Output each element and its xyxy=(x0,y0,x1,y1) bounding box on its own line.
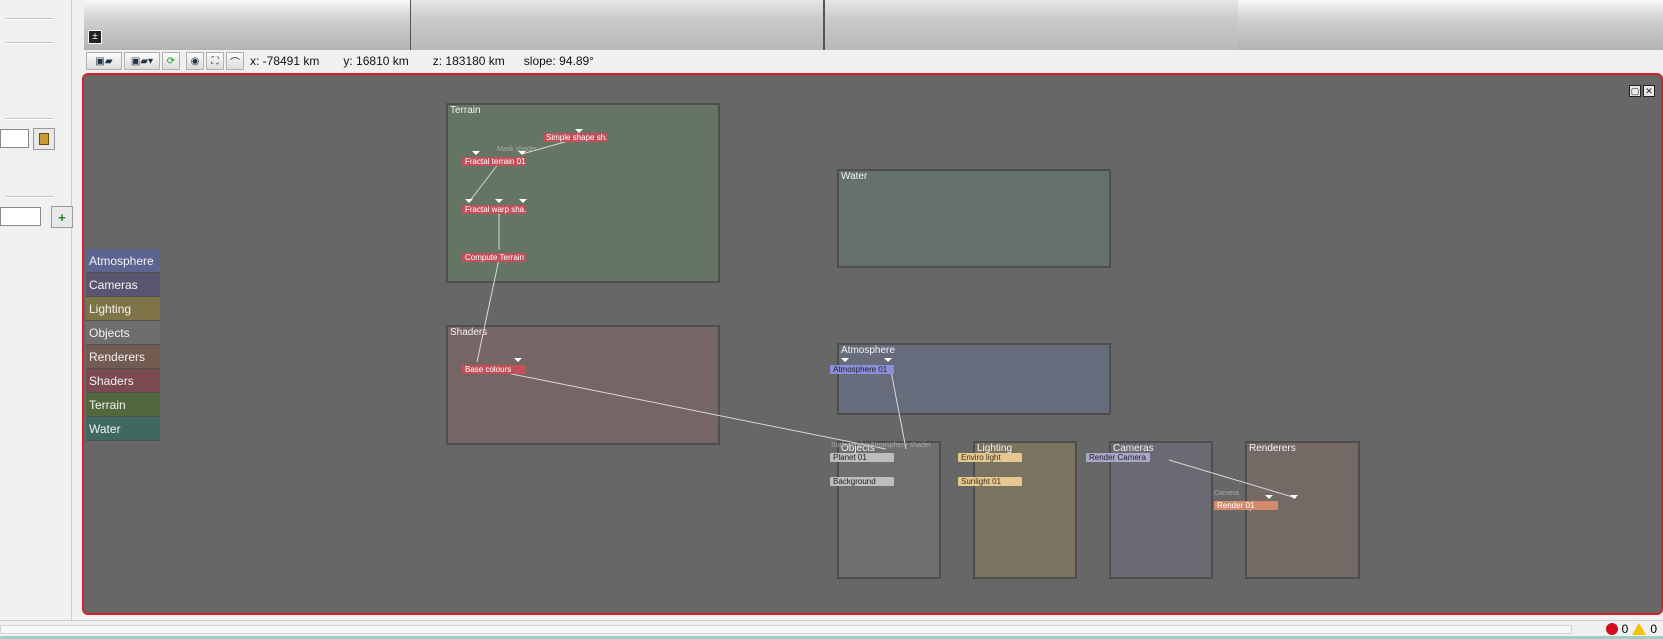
node-atmosphere-01[interactable]: Atmosphere 01 xyxy=(830,365,894,374)
preview-thumbnail xyxy=(84,0,410,50)
render-preview-button[interactable]: ▣▰ xyxy=(86,52,122,70)
maximize-button[interactable]: ▢ xyxy=(1629,85,1641,97)
group-water[interactable]: Water xyxy=(837,169,1111,268)
close-button[interactable]: ✕ xyxy=(1643,85,1655,97)
clipboard-icon xyxy=(39,133,49,145)
surface-shader-port-label: Surface sha... xyxy=(831,442,875,449)
divider xyxy=(6,196,54,198)
category-terrain[interactable]: Terrain xyxy=(86,393,160,417)
divider xyxy=(6,42,54,44)
message-counts[interactable]: 0 0 xyxy=(1605,622,1657,636)
group-shaders[interactable]: Shaders xyxy=(446,325,720,445)
warning-icon xyxy=(1632,623,1647,635)
node-planet-01[interactable]: Planet 01 xyxy=(830,453,894,462)
group-title: Shaders xyxy=(450,327,488,338)
group-atmosphere[interactable]: Atmosphere xyxy=(837,343,1111,415)
text-field[interactable] xyxy=(0,129,29,148)
paste-clipboard-button[interactable] xyxy=(33,128,55,150)
divider xyxy=(6,118,54,120)
node-render-camera[interactable]: Render Camera xyxy=(1086,453,1150,462)
curve-icon: ⌒ xyxy=(230,57,240,69)
y-coordinate: y: 16810 km xyxy=(343,54,409,68)
horizontal-scrollbar[interactable] xyxy=(0,625,1572,634)
close-icon: ✕ xyxy=(1645,86,1653,96)
category-atmosphere[interactable]: Atmosphere xyxy=(86,249,160,273)
node-network-canvas[interactable]: ▢ ✕ Atmosphere Cameras Lighting Objects … xyxy=(82,73,1663,615)
camera-dropdown-icon: ▣▰▾ xyxy=(130,55,154,67)
category-lighting[interactable]: Lighting xyxy=(86,297,160,321)
node-compute-terrain[interactable]: Compute Terrain xyxy=(462,253,526,262)
view-eye-button[interactable]: ◉ xyxy=(186,52,204,70)
category-list: Atmosphere Cameras Lighting Objects Rend… xyxy=(86,249,160,441)
warning-count: 0 xyxy=(1650,622,1657,636)
refresh-icon: ⟳ xyxy=(166,55,176,67)
maximize-icon: ▢ xyxy=(1630,86,1640,96)
category-cameras[interactable]: Cameras xyxy=(86,273,160,297)
render-preview-strip: ± xyxy=(84,0,1663,50)
camera-port-label: Camera xyxy=(1214,490,1239,497)
render-options-button[interactable]: ▣▰▾ xyxy=(124,52,160,70)
name-field[interactable] xyxy=(0,207,41,226)
node-base-colours[interactable]: Base colours xyxy=(462,365,526,374)
plus-icon: + xyxy=(58,209,66,225)
fit-view-button[interactable]: ⛶ xyxy=(206,52,224,70)
add-button[interactable]: + xyxy=(51,206,73,228)
error-count: 0 xyxy=(1621,622,1629,636)
group-title: Renderers xyxy=(1249,443,1296,454)
mask-shader-port-label: Mask shader xyxy=(497,146,538,153)
node-background[interactable]: Background xyxy=(830,477,894,486)
group-title: Terrain xyxy=(450,105,481,116)
refresh-button[interactable]: ⟳ xyxy=(162,52,180,70)
node-fractal-terrain[interactable]: Fractal terrain 01 xyxy=(462,157,526,166)
category-renderers[interactable]: Renderers xyxy=(86,345,160,369)
category-water[interactable]: Water xyxy=(86,417,160,441)
frame-icon: ⛶ xyxy=(211,55,219,67)
group-title: Lighting xyxy=(977,443,1013,454)
category-shaders[interactable]: Shaders xyxy=(86,369,160,393)
node-sunlight-01[interactable]: Sunlight 01 xyxy=(958,477,1022,486)
group-title: Cameras xyxy=(1113,443,1154,454)
atmosphere-shader-port-label: Atmosphere shader xyxy=(870,442,932,449)
group-title: Atmosphere xyxy=(841,345,895,356)
camera-landscape-icon: ▣▰ xyxy=(95,55,113,67)
group-title: Water xyxy=(841,171,868,182)
node-render-01[interactable]: Render 01 xyxy=(1214,501,1278,510)
preview-thumbnail xyxy=(825,0,1238,50)
curve-tool-button[interactable]: ⌒ xyxy=(226,52,244,70)
preview-thumbnail xyxy=(1238,0,1663,50)
view-toolbar: ▣▰ ▣▰▾ ⟳ ◉ ⛶ ⌒ x: -78491 km y: 16810 km … xyxy=(84,50,1663,72)
exposure-icon[interactable]: ± xyxy=(88,30,102,44)
x-coordinate: x: -78491 km xyxy=(250,54,320,68)
group-renderers[interactable]: Renderers xyxy=(1245,441,1360,579)
error-icon xyxy=(1605,623,1618,635)
slope-readout: slope: 94.89° xyxy=(523,54,594,68)
node-fractal-warp-shader[interactable]: Fractal warp sha... xyxy=(462,205,526,214)
left-panel: + xyxy=(0,0,73,620)
category-objects[interactable]: Objects xyxy=(86,321,160,345)
divider xyxy=(6,18,54,20)
preview-thumbnail xyxy=(411,0,823,50)
node-enviro-light[interactable]: Enviro light xyxy=(958,453,1022,462)
z-coordinate: z: 183180 km xyxy=(432,54,505,68)
node-simple-shape-shader[interactable]: Simple shape sh... xyxy=(543,133,607,142)
eye-icon: ◉ xyxy=(190,55,200,67)
app-window: + ± ▣▰ ▣▰▾ ⟳ ◉ ⛶ ⌒ x: -78491 km y: 16810… xyxy=(0,0,1663,639)
